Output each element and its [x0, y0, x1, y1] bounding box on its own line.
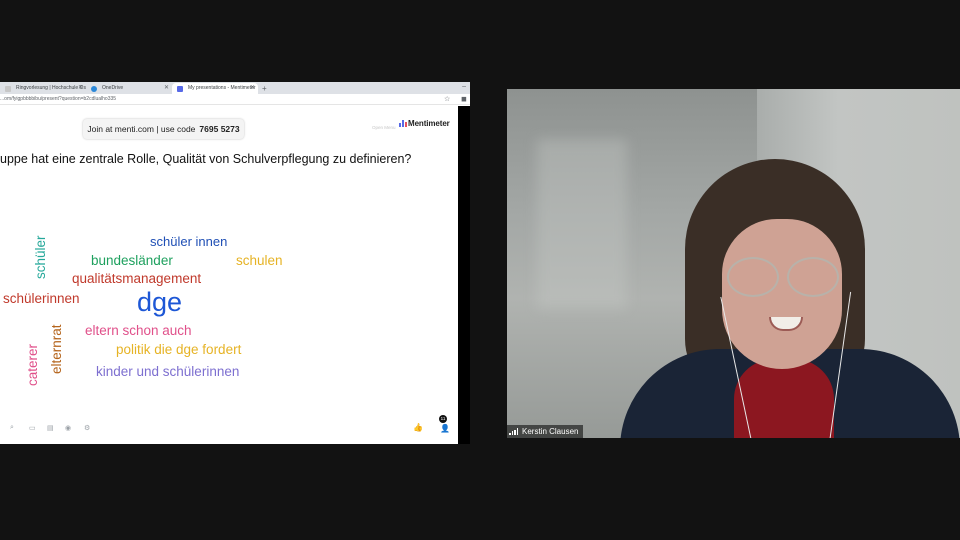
meeting-stage: Ringvorlesung | Hochschule Os ✕ OneDrive…	[0, 0, 960, 540]
word-cloud-item: politik die dge fordert	[116, 342, 242, 357]
word-cloud-item: dge	[137, 287, 183, 317]
page-edge-bar	[458, 106, 470, 444]
brand-name: Mentimeter	[408, 119, 450, 128]
word-cloud-item: schüler	[33, 235, 48, 279]
close-icon[interactable]: ✕	[250, 83, 255, 94]
join-text: Join at menti.com | use code	[87, 124, 196, 134]
window-controls[interactable]: –	[462, 83, 466, 90]
url-text[interactable]: ...om/fyigpbbbbibu/present?question=b2cd…	[0, 95, 116, 104]
shared-screen-browser: Ringvorlesung | Hochschule Os ✕ OneDrive…	[0, 82, 470, 444]
close-icon[interactable]: ✕	[164, 83, 169, 94]
word-cloud-item: elternrat	[49, 324, 64, 374]
new-tab-button[interactable]: +	[262, 83, 267, 94]
tab-label: Ringvorlesung | Hochschule Os	[16, 85, 86, 91]
participant-count-badge: 11	[439, 415, 447, 423]
glasses	[727, 257, 779, 297]
participant-name: Kerstin Clausen	[522, 427, 579, 436]
participant-name-tag: Kerstin Clausen	[507, 425, 584, 438]
word-cloud-item: schulen	[236, 253, 283, 268]
tab-label: My presentations - Mentimeter	[188, 85, 256, 91]
question-title: uppe hat eine zentrale Rolle, Qualität v…	[0, 152, 412, 166]
mentimeter-logo: Mentimeter	[399, 119, 450, 128]
address-bar[interactable]: ...om/fyigpbbbbibu/present?question=b2cd…	[0, 94, 470, 105]
tab-label: OneDrive	[102, 85, 124, 91]
search-icon[interactable]: ⌕	[10, 424, 14, 432]
cloud-icon	[91, 86, 97, 92]
mentimeter-logo-icon	[399, 120, 407, 127]
join-code-box: Join at menti.com | use code 7695 5273	[83, 119, 244, 139]
star-icon[interactable]: ☆	[444, 94, 450, 105]
chat-icon[interactable]: ▭	[29, 424, 36, 432]
qa-icon[interactable]: ▤	[47, 424, 54, 432]
settings-icon[interactable]: ⚙	[84, 424, 90, 432]
browser-tab-mentimeter[interactable]: My presentations - Mentimeter ✕	[172, 83, 258, 94]
presentation-toolbar: ⌕ ▭ ▤ ◉ ⚙ 👍 11 👤	[0, 415, 458, 438]
word-cloud-item: qualitätsmanagement	[72, 271, 202, 286]
participant-video-tile[interactable]: Kerstin Clausen	[507, 89, 960, 438]
mentimeter-icon	[177, 86, 183, 92]
open-menu-link[interactable]: Open Menu	[372, 125, 396, 130]
browser-tab-onedrive[interactable]: OneDrive ✕	[86, 83, 172, 94]
word-cloud-item: kinder und schülerinnen	[96, 364, 240, 379]
video-background	[537, 139, 627, 309]
mentimeter-presentation: Join at menti.com | use code 7695 5273 Op…	[0, 106, 458, 444]
ext-icon[interactable]: ◼	[461, 94, 467, 105]
word-cloud-item: schülerinnen	[3, 291, 80, 306]
join-code: 7695 5273	[199, 124, 240, 134]
word-cloud-item: schüler innen	[150, 234, 228, 249]
browser-tab-bar: Ringvorlesung | Hochschule Os ✕ OneDrive…	[0, 82, 470, 94]
thumbs-up-icon[interactable]: 👍	[413, 423, 423, 432]
word-cloud-item: eltern schon auch	[85, 323, 192, 338]
person-icon[interactable]: 👤	[440, 424, 450, 433]
word-cloud-item: bundesländer	[91, 253, 173, 268]
hide-results-icon[interactable]: ◉	[65, 424, 71, 432]
word-cloud-item: caterer	[25, 343, 40, 386]
close-icon[interactable]: ✕	[78, 83, 83, 94]
glasses	[787, 257, 839, 297]
browser-tab-hochschule[interactable]: Ringvorlesung | Hochschule Os ✕	[0, 83, 86, 94]
signal-strength-icon	[509, 428, 519, 435]
page-icon	[5, 86, 11, 92]
